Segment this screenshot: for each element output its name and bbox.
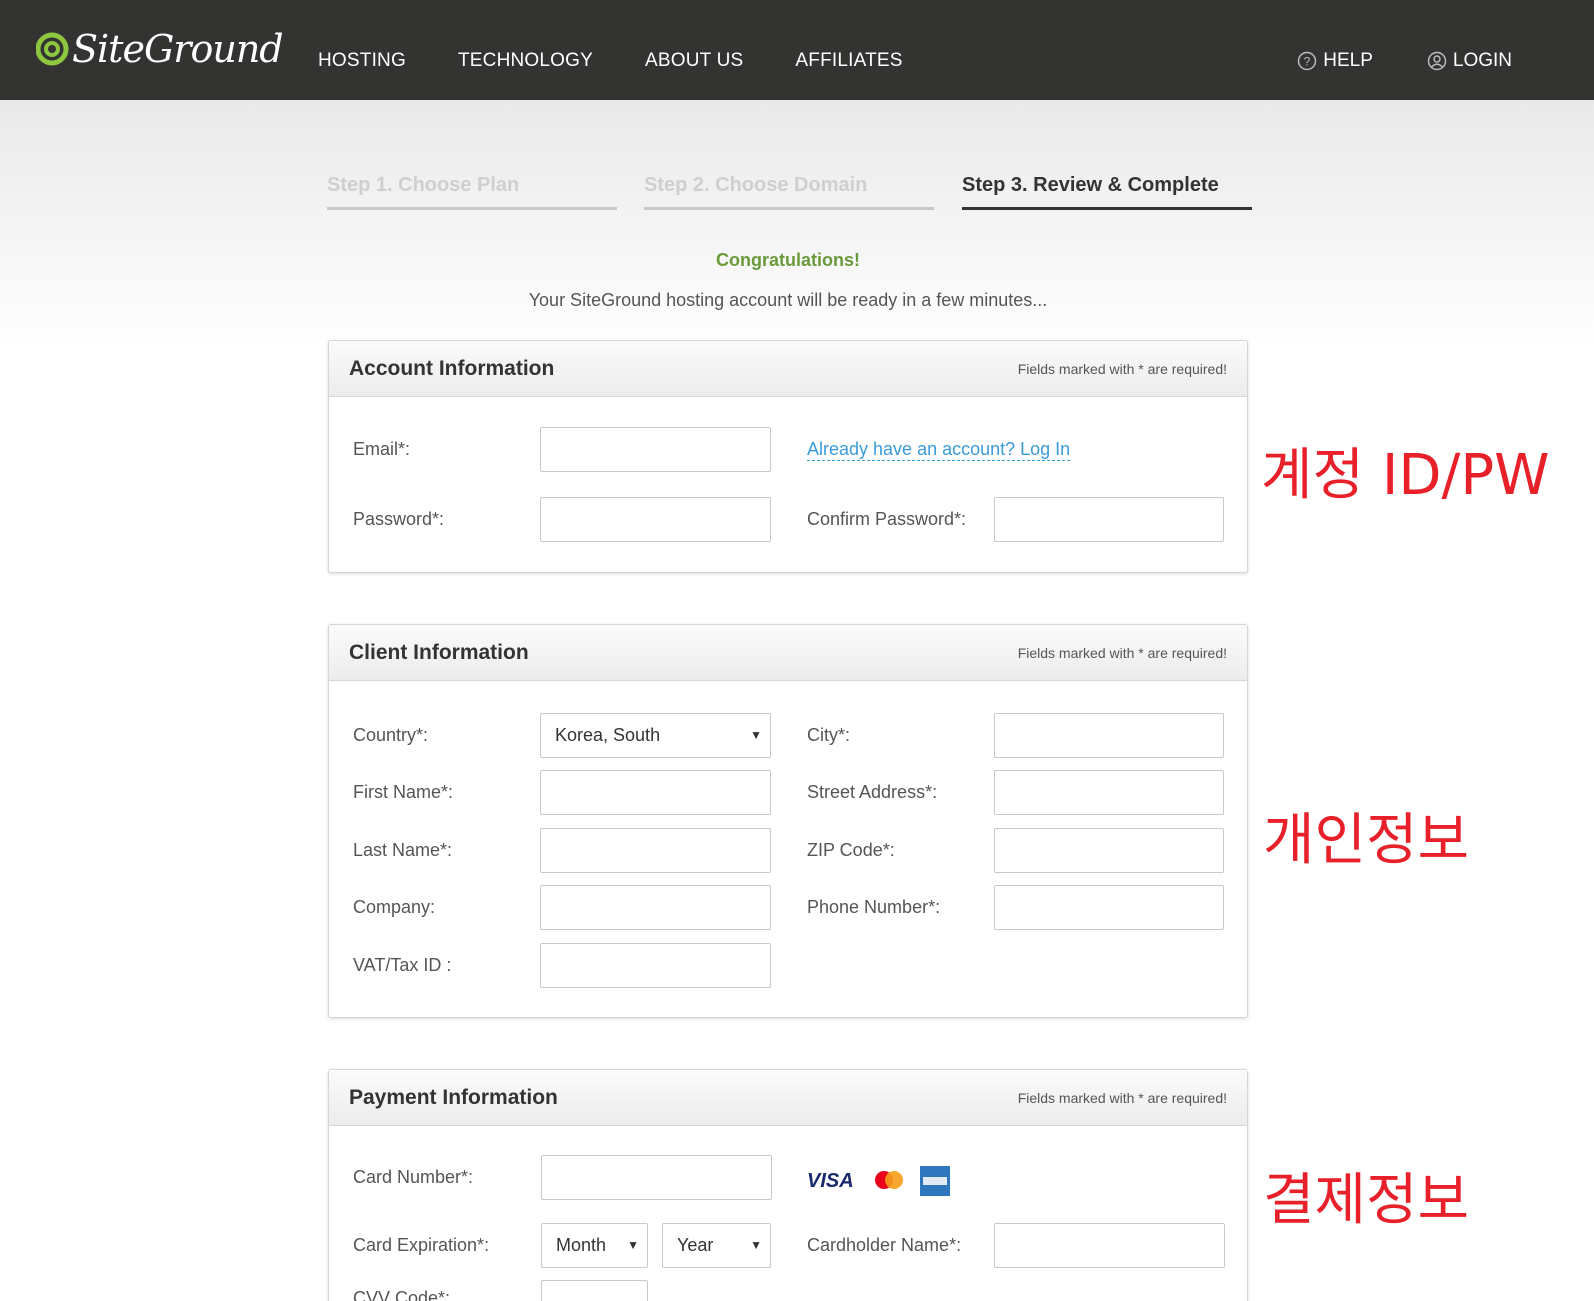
first-name-label: First Name*: bbox=[353, 782, 454, 802]
cardholder-name-field[interactable] bbox=[994, 1223, 1225, 1268]
card-logos: VISA bbox=[807, 1166, 950, 1196]
cvv-code-label: CVV Code*: bbox=[353, 1288, 451, 1301]
payment-information-panel: Payment Information Fields marked with *… bbox=[328, 1069, 1248, 1301]
month-value: Month bbox=[556, 1235, 607, 1255]
nav-hosting[interactable]: HOSTING bbox=[318, 50, 406, 72]
country-label: Country*: bbox=[353, 725, 429, 745]
company-label: Company: bbox=[353, 897, 436, 917]
payment-annotation: 결제정보 bbox=[1263, 1168, 1470, 1233]
zip-code-field[interactable] bbox=[994, 828, 1224, 873]
mastercard-icon bbox=[874, 1171, 903, 1189]
expiration-month-select[interactable]: Month ▼ bbox=[541, 1223, 648, 1268]
last-name-label: Last Name*: bbox=[353, 840, 453, 860]
dropdown-arrow-icon: ▼ bbox=[750, 728, 762, 742]
panel-title: Payment Information bbox=[349, 1086, 558, 1109]
congratulations-text: Congratulations! bbox=[716, 250, 860, 270]
client-annotation: 개인정보 bbox=[1263, 808, 1470, 873]
dropdown-arrow-icon: ▼ bbox=[750, 1238, 762, 1252]
panel-header: Client Information Fields marked with * … bbox=[329, 625, 1247, 681]
question-circle-icon: ? bbox=[1297, 51, 1317, 71]
nav-right: ? HELP LOGIN bbox=[1243, 50, 1512, 72]
city-field[interactable] bbox=[994, 713, 1224, 758]
login-account-link[interactable]: Already have an account? Log In bbox=[807, 438, 1071, 461]
card-number-label: Card Number*: bbox=[353, 1167, 474, 1187]
panel-header: Payment Information Fields marked with *… bbox=[329, 1070, 1247, 1126]
vat-tax-id-label: VAT/Tax ID : bbox=[353, 955, 452, 975]
siteground-logo[interactable]: SiteGround bbox=[36, 24, 284, 74]
step-review-complete[interactable]: Step 3. Review & Complete bbox=[962, 170, 1252, 210]
phone-number-label: Phone Number*: bbox=[807, 897, 941, 917]
street-address-field[interactable] bbox=[994, 770, 1224, 815]
ready-message: Your SiteGround hosting account will be … bbox=[528, 290, 1048, 310]
expiration-year-select[interactable]: Year ▼ bbox=[662, 1223, 771, 1268]
main-nav: HOSTING TECHNOLOGY ABOUT US AFFILIATES bbox=[318, 50, 955, 72]
country-value: Korea, South bbox=[555, 725, 661, 745]
city-label: City*: bbox=[807, 725, 851, 745]
login-label: LOGIN bbox=[1452, 50, 1512, 71]
street-address-label: Street Address*: bbox=[807, 782, 938, 802]
nav-technology[interactable]: TECHNOLOGY bbox=[458, 50, 593, 72]
card-expiration-label: Card Expiration*: bbox=[353, 1235, 490, 1255]
email-field[interactable] bbox=[540, 427, 771, 472]
required-note: Fields marked with * are required! bbox=[1017, 645, 1227, 661]
password-field[interactable] bbox=[540, 497, 771, 542]
vat-tax-id-field[interactable] bbox=[540, 943, 771, 988]
svg-text:?: ? bbox=[1304, 55, 1311, 69]
cvv-code-field[interactable] bbox=[541, 1280, 648, 1301]
amex-icon bbox=[919, 1166, 950, 1196]
nav-affiliates[interactable]: AFFILIATES bbox=[795, 50, 902, 72]
country-select[interactable]: Korea, South ▼ bbox=[540, 713, 771, 758]
required-note: Fields marked with * are required! bbox=[1017, 361, 1227, 377]
card-number-field[interactable] bbox=[541, 1155, 772, 1200]
help-link[interactable]: ? HELP bbox=[1297, 50, 1373, 72]
first-name-field[interactable] bbox=[540, 770, 771, 815]
logo-text: SiteGround bbox=[72, 27, 284, 71]
help-label: HELP bbox=[1323, 50, 1373, 71]
visa-icon: VISA bbox=[807, 1169, 854, 1192]
nav-about-us[interactable]: ABOUT US bbox=[645, 50, 743, 72]
company-field[interactable] bbox=[540, 885, 771, 930]
year-value: Year bbox=[677, 1235, 714, 1255]
confirm-password-label: Confirm Password*: bbox=[807, 509, 967, 529]
panel-title: Client Information bbox=[349, 641, 529, 664]
last-name-field[interactable] bbox=[540, 828, 771, 873]
client-information-panel: Client Information Fields marked with * … bbox=[328, 624, 1248, 1018]
email-label: Email*: bbox=[353, 439, 411, 459]
panel-title: Account Information bbox=[349, 357, 555, 380]
step-choose-domain[interactable]: Step 2. Choose Domain bbox=[644, 170, 934, 210]
account-information-panel: Account Information Fields marked with *… bbox=[328, 340, 1248, 573]
zip-code-label: ZIP Code*: bbox=[807, 840, 895, 860]
top-navigation-bar: SiteGround HOSTING TECHNOLOGY ABOUT US A… bbox=[0, 0, 1594, 100]
password-label: Password*: bbox=[353, 509, 445, 529]
required-note: Fields marked with * are required! bbox=[1017, 1090, 1227, 1106]
cardholder-name-label: Cardholder Name*: bbox=[807, 1235, 962, 1255]
siteground-logo-icon bbox=[36, 32, 69, 66]
step-choose-plan[interactable]: Step 1. Choose Plan bbox=[327, 170, 617, 210]
hero-background bbox=[0, 100, 1594, 350]
user-circle-icon bbox=[1427, 51, 1447, 71]
phone-number-field[interactable] bbox=[994, 885, 1224, 930]
dropdown-arrow-icon: ▼ bbox=[627, 1238, 639, 1252]
login-link[interactable]: LOGIN bbox=[1427, 50, 1512, 72]
confirm-password-field[interactable] bbox=[994, 497, 1224, 542]
account-annotation: 계정 ID/PW bbox=[1261, 443, 1550, 508]
panel-header: Account Information Fields marked with *… bbox=[329, 341, 1247, 397]
